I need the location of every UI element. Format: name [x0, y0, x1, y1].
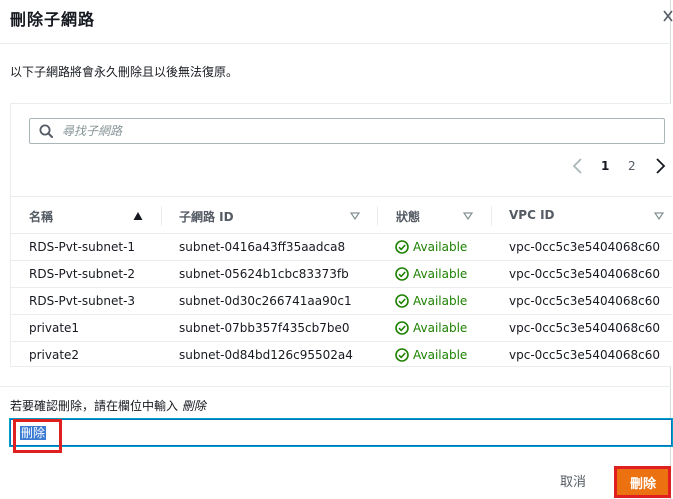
- delete-warning: 以下子網路將會永久刪除且以後無法復原。: [10, 65, 239, 79]
- cell-subnet-id: subnet-05624b1cbc83373fb: [179, 267, 349, 281]
- confirm-input-value: 刪除: [20, 426, 47, 440]
- column-label: 狀態: [396, 210, 421, 224]
- check-circle-icon: [395, 321, 409, 335]
- sort-icon[interactable]: [654, 211, 664, 221]
- column-label: 名稱: [29, 210, 54, 224]
- cell-vpc-id: vpc-0cc5c3e5404068c60: [509, 294, 661, 308]
- cell-vpc-id: vpc-0cc5c3e5404068c60: [509, 348, 661, 362]
- cell-name: RDS-Pvt-subnet-2: [29, 267, 136, 281]
- table-header: 名稱 子網路 ID 狀態 VPC ID: [11, 196, 672, 234]
- page-1-link[interactable]: 1: [601, 159, 609, 173]
- cell-subnet-id: subnet-0d84bd126c95502a4: [179, 348, 353, 362]
- cell-subnet-id: subnet-07bb357f435cb7be0: [179, 321, 350, 335]
- search-input[interactable]: [62, 122, 652, 140]
- sort-ascending-icon[interactable]: [133, 211, 143, 221]
- dialog-title: 刪除子網路: [10, 10, 96, 29]
- cell-name: RDS-Pvt-subnet-1: [29, 240, 136, 254]
- close-icon: [663, 10, 673, 22]
- footer-divider: [0, 386, 671, 387]
- status-text: Available: [413, 321, 468, 335]
- check-circle-icon: [395, 267, 409, 281]
- subnets-table-panel: 1 2 名稱 子網路 ID: [10, 103, 672, 369]
- table-row[interactable]: private2 subnet-0d84bd126c95502a4 Availa…: [11, 342, 672, 369]
- confirm-label: 若要確認刪除，請在欄位中輸入 刪除: [10, 397, 206, 414]
- cell-vpc-id: vpc-0cc5c3e5404068c60: [509, 321, 661, 335]
- column-label: 子網路 ID: [179, 210, 234, 224]
- status-text: Available: [413, 267, 468, 281]
- pagination: 1 2: [571, 156, 671, 178]
- table-row[interactable]: RDS-Pvt-subnet-2 subnet-05624b1cbc83373f…: [11, 261, 672, 288]
- page-2-link[interactable]: 2: [628, 159, 636, 173]
- cell-subnet-id: subnet-0d30c266741aa90c1: [179, 294, 352, 308]
- confirm-delete-input[interactable]: 刪除: [10, 419, 672, 446]
- sort-icon[interactable]: [463, 211, 473, 221]
- dialog-header: 刪除子網路: [0, 0, 673, 44]
- table-row[interactable]: private1 subnet-07bb357f435cb7be0 Availa…: [11, 315, 672, 342]
- search-box[interactable]: [29, 118, 665, 144]
- table-row[interactable]: RDS-Pvt-subnet-1 subnet-0416a43ff35aadca…: [11, 234, 672, 261]
- status-text: Available: [413, 240, 468, 254]
- sort-icon[interactable]: [350, 211, 360, 221]
- table-row[interactable]: RDS-Pvt-subnet-3 subnet-0d30c266741aa90c…: [11, 288, 672, 315]
- column-divider: [491, 206, 492, 226]
- confirm-label-text: 若要確認刪除，請在欄位中輸入: [10, 399, 179, 413]
- column-label: VPC ID: [509, 208, 555, 222]
- cell-vpc-id: vpc-0cc5c3e5404068c60: [509, 240, 661, 254]
- cancel-button[interactable]: 取消: [560, 471, 586, 490]
- delete-button[interactable]: 刪除: [617, 468, 669, 496]
- check-circle-icon: [395, 240, 409, 254]
- column-divider: [377, 206, 378, 226]
- confirm-keyword: 刪除: [181, 399, 206, 413]
- status-text: Available: [413, 348, 468, 362]
- check-circle-icon: [395, 294, 409, 308]
- close-button[interactable]: [663, 8, 673, 26]
- check-circle-icon: [395, 348, 409, 362]
- cell-subnet-id: subnet-0416a43ff35aadca8: [179, 240, 346, 254]
- column-header-subnet-id[interactable]: 子網路 ID: [179, 197, 359, 235]
- cell-vpc-id: vpc-0cc5c3e5404068c60: [509, 267, 661, 281]
- search-icon: [39, 124, 53, 138]
- cell-name: private1: [29, 321, 80, 335]
- subnets-table: 名稱 子網路 ID 狀態 VPC ID RDS-Pvt-subnet-1 sub…: [11, 196, 672, 369]
- chevron-left-icon[interactable]: [571, 157, 585, 175]
- column-divider: [161, 206, 162, 226]
- status-text: Available: [413, 294, 468, 308]
- column-header-vpc-id[interactable]: VPC ID: [509, 197, 629, 235]
- delete-subnets-dialog: 刪除子網路 以下子網路將會永久刪除且以後無法復原。 1 2: [0, 0, 673, 499]
- cell-name: RDS-Pvt-subnet-3: [29, 294, 136, 308]
- chevron-right-icon[interactable]: [653, 157, 667, 175]
- cell-name: private2: [29, 348, 80, 362]
